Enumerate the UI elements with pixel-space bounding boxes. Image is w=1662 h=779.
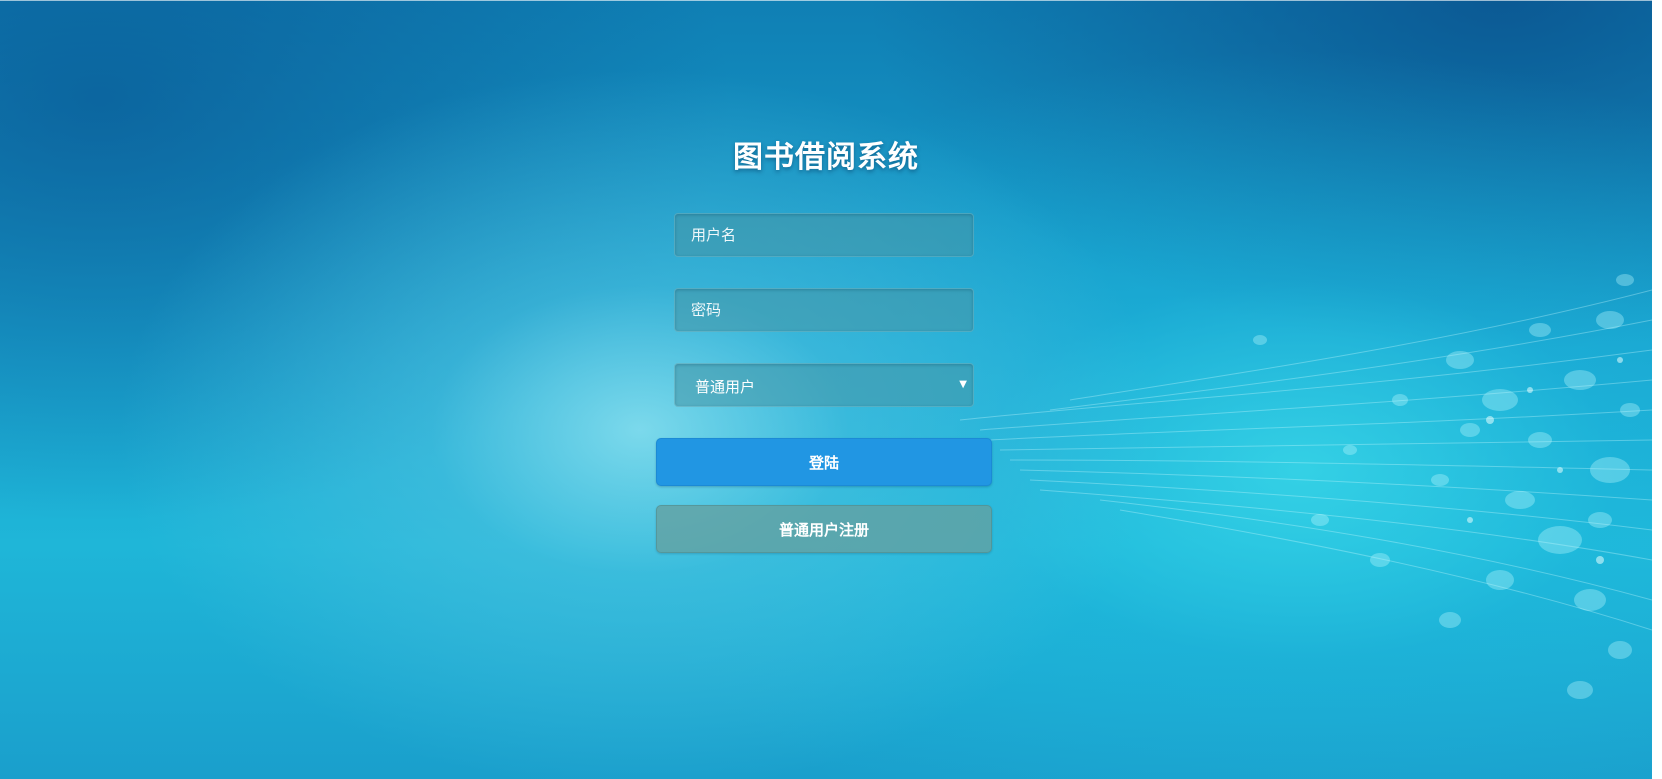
- login-button[interactable]: 登陆: [656, 438, 992, 486]
- username-input[interactable]: [674, 213, 974, 257]
- login-background: 图书借阅系统 普通用户 ▼ 登陆 普通用户注册: [0, 0, 1652, 779]
- user-role-select[interactable]: 普通用户 ▼: [674, 363, 974, 407]
- user-role-selected-value: 普通用户: [695, 378, 756, 396]
- register-button[interactable]: 普通用户注册: [656, 505, 992, 553]
- triangle-down-icon: ▼: [959, 379, 967, 390]
- password-input[interactable]: [674, 288, 974, 332]
- system-title: 图书借阅系统: [733, 140, 919, 175]
- browser-viewport: 图书借阅系统 普通用户 ▼ 登陆 普通用户注册: [0, 0, 1662, 779]
